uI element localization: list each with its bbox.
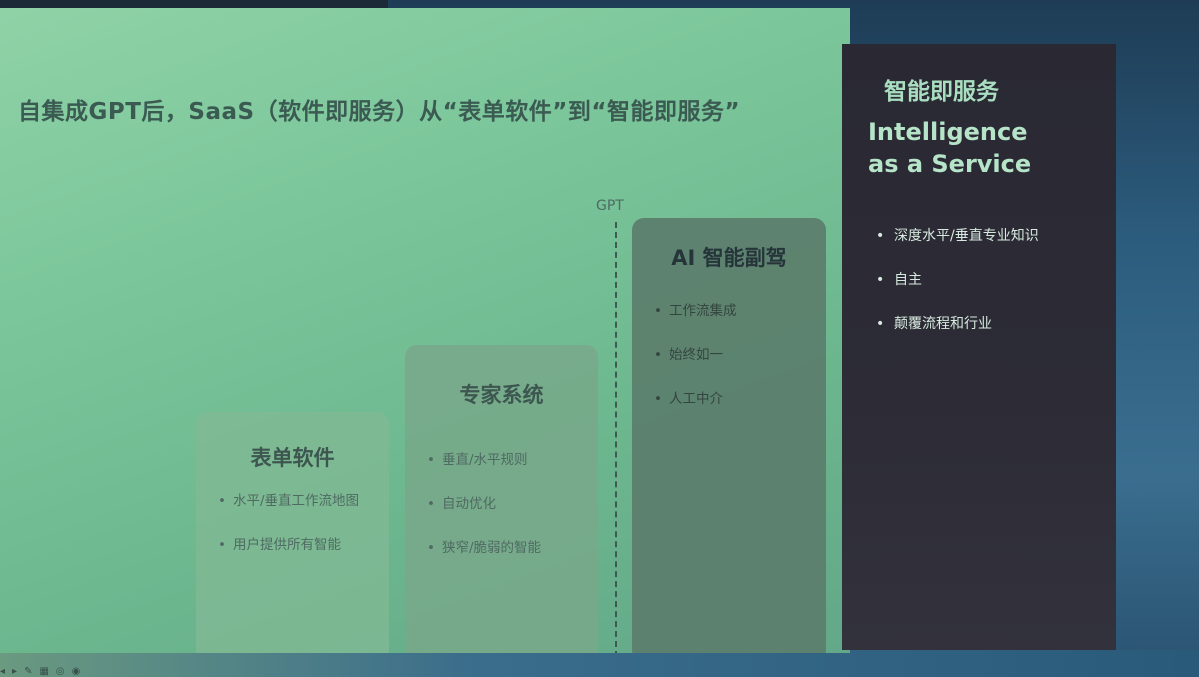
iaas-panel: 智能即服务 Intelligence as a Service • 深度水平/垂直…	[842, 44, 1116, 650]
pen-icon[interactable]: ✎	[24, 666, 32, 677]
backdrop-bottom	[0, 650, 1199, 677]
list-item: • 深度水平/垂直专业知识	[876, 222, 1100, 250]
bullet-icon: •	[876, 228, 885, 244]
list-item: • 自主	[876, 266, 1100, 294]
stage-bullets: • 垂直/水平规则 • 自动优化 • 狭窄/脆弱的智能	[427, 449, 588, 581]
list-item: • 水平/垂直工作流地图	[218, 490, 379, 512]
bullet-icon: •	[427, 496, 435, 512]
prev-icon[interactable]: ◂	[0, 666, 5, 677]
bullet-icon: •	[427, 540, 435, 556]
grid-icon[interactable]: ▦	[39, 666, 48, 677]
zoom-icon[interactable]: ◎	[56, 666, 65, 677]
gpt-divider	[615, 222, 617, 653]
iaas-bullets: • 深度水平/垂直专业知识 • 自主 • 颠覆流程和行业	[876, 222, 1100, 354]
stage-title: 专家系统	[459, 383, 544, 407]
list-item: • 自动优化	[427, 493, 588, 515]
bullet-icon: •	[427, 452, 435, 468]
more-icon[interactable]: ◉	[72, 666, 81, 677]
list-item: • 狭窄/脆弱的智能	[427, 537, 588, 559]
bullet-icon: •	[218, 537, 226, 553]
iaas-title-en: Intelligence as a Service	[868, 116, 1031, 180]
bullet-icon: •	[218, 493, 226, 509]
list-item: • 人工中介	[654, 388, 816, 410]
stage-bullets: • 水平/垂直工作流地图 • 用户提供所有智能	[218, 490, 379, 578]
bullet-icon: •	[654, 347, 662, 363]
list-item: • 用户提供所有智能	[218, 534, 379, 556]
presentation-toolbar: ◂ ▸ ✎ ▦ ◎ ◉	[0, 666, 80, 677]
gpt-label: GPT	[596, 198, 624, 214]
iaas-title-en-line1: Intelligence	[868, 118, 1028, 146]
bullet-icon: •	[654, 303, 662, 319]
stage-expert-system: 专家系统 • 垂直/水平规则 • 自动优化 • 狭窄/脆弱的智能	[405, 345, 598, 653]
stage-bullets: • 工作流集成 • 始终如一 • 人工中介	[654, 300, 816, 432]
list-item: • 垂直/水平规则	[427, 449, 588, 471]
list-item: • 始终如一	[654, 344, 816, 366]
stage-title: AI 智能副驾	[671, 246, 787, 270]
iaas-title-en-line2: as a Service	[868, 150, 1032, 178]
list-item: • 工作流集成	[654, 300, 816, 322]
next-icon[interactable]: ▸	[12, 666, 17, 677]
stage-form-software: 表单软件 • 水平/垂直工作流地图 • 用户提供所有智能	[196, 412, 389, 653]
iaas-title-cn: 智能即服务	[884, 79, 999, 105]
bullet-icon: •	[654, 391, 662, 407]
stage-ai-copilot: AI 智能副驾 • 工作流集成 • 始终如一 • 人工中介	[632, 218, 826, 653]
slide-title: 自集成GPT后，SaaS（软件即服务）从“表单软件”到“智能即服务”	[18, 99, 741, 125]
bullet-icon: •	[876, 316, 885, 332]
bullet-icon: •	[876, 272, 885, 288]
slide: 自集成GPT后，SaaS（软件即服务）从“表单软件”到“智能即服务” GPT 表…	[0, 8, 850, 653]
stage-title: 表单软件	[250, 446, 335, 470]
list-item: • 颠覆流程和行业	[876, 310, 1100, 338]
